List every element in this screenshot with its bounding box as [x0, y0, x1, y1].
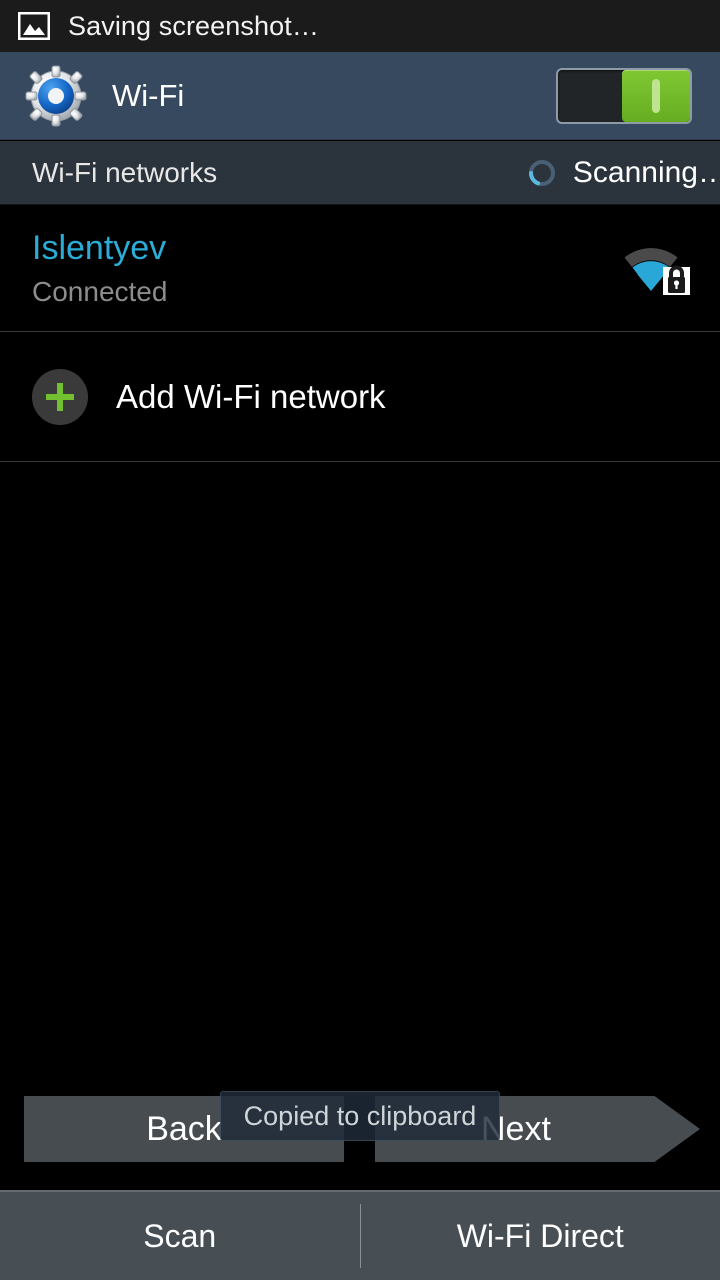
- add-wifi-network-row[interactable]: Add Wi-Fi network: [0, 332, 720, 462]
- image-screenshot-icon: [17, 11, 51, 41]
- network-status: Connected: [32, 276, 168, 308]
- plus-icon: [32, 368, 88, 425]
- networks-section-title: Wi-Fi networks: [32, 156, 218, 188]
- back-button-label: Back: [146, 1109, 222, 1148]
- bottom-action-bar: Scan Wi-Fi Direct: [0, 1190, 720, 1280]
- status-bar: Saving screenshot…: [0, 0, 720, 52]
- wifi-header-bar: Wi-Fi: [0, 52, 720, 140]
- wifi-settings-screen: Saving screenshot… Wi-Fi Wi-Fi networks …: [0, 0, 720, 1280]
- loading-spinner-icon: [527, 158, 557, 188]
- wifi-direct-button[interactable]: Wi-Fi Direct: [361, 1192, 720, 1280]
- page-title: Wi-Fi: [112, 77, 185, 113]
- settings-gear-icon: [24, 64, 88, 128]
- wifi-toggle[interactable]: [556, 67, 692, 124]
- networks-section-header: Wi-Fi networks Scanning…: [0, 141, 720, 205]
- toast-text: Copied to clipboard: [243, 1100, 477, 1131]
- network-ssid: Islentyev: [32, 229, 167, 268]
- scan-status-text: Scanning…: [572, 155, 720, 189]
- scan-button[interactable]: Scan: [0, 1192, 360, 1280]
- status-bar-text: Saving screenshot…: [68, 10, 319, 41]
- wifi-toggle-thumb: [622, 69, 690, 122]
- scan-status: Scanning…: [527, 156, 720, 190]
- table-row[interactable]: Islentyev Connected: [0, 206, 720, 332]
- wifi-signal-secured-icon: [618, 241, 692, 297]
- toast-message: Copied to clipboard: [220, 1091, 500, 1141]
- add-wifi-network-label: Add Wi-Fi network: [116, 377, 386, 415]
- network-list: Islentyev Connected Add Wi-Fi network: [0, 206, 720, 462]
- network-row-texts: Islentyev Connected: [32, 229, 167, 308]
